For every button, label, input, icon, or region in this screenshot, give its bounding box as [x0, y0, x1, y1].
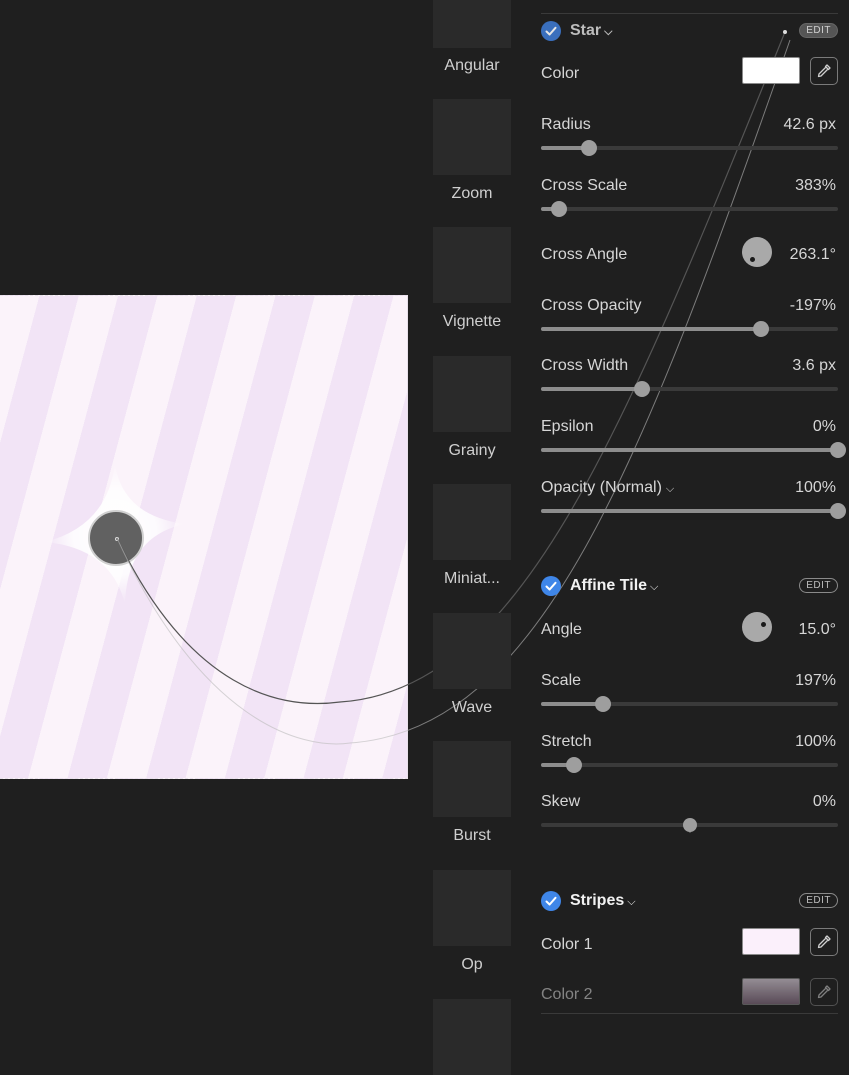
cross-angle-dial[interactable] [742, 237, 772, 267]
preset-wave[interactable]: Wave [433, 613, 511, 716]
opacity-slider[interactable] [541, 503, 846, 519]
angle-value: 15.0° [798, 621, 836, 638]
opacity-blend-menu[interactable]: Opacity (Normal) ⌵ [541, 479, 674, 497]
preset-label: Grainy [448, 442, 496, 459]
section-title-menu[interactable]: Star ⌵ [570, 22, 612, 40]
stretch-label: Stretch [541, 733, 592, 750]
stripes-edit-button[interactable]: EDIT [799, 893, 838, 908]
preset-op[interactable]: Op [433, 870, 511, 973]
preset-angular[interactable]: Angular [433, 0, 511, 74]
preset-label: Wave [451, 699, 493, 716]
color1-label: Color 1 [541, 936, 593, 953]
section-title: Affine Tile [570, 577, 648, 594]
preset-vignette[interactable]: Vignette [433, 227, 511, 330]
preset-label: Miniat... [443, 570, 500, 587]
radius-value: 42.6 px [783, 116, 836, 133]
radius-label: Radius [541, 116, 591, 133]
checkmark-icon [545, 581, 557, 591]
cross-opacity-label: Cross Opacity [541, 297, 642, 314]
slider-knob[interactable] [550, 201, 567, 217]
preset-miniature[interactable]: Miniat... [433, 484, 511, 587]
slider-knob[interactable] [595, 696, 612, 712]
divider [541, 1013, 838, 1014]
epsilon-label: Epsilon [541, 418, 594, 435]
section-affine-tile-header: Affine Tile ⌵ EDIT [541, 575, 838, 599]
chevron-down-icon: ⌵ [650, 581, 659, 593]
opacity-value: 100% [795, 479, 836, 496]
canvas-preview[interactable] [0, 295, 408, 779]
slider-knob[interactable] [565, 757, 582, 773]
preset-label: Vignette [442, 313, 502, 330]
star-center-handle[interactable] [88, 510, 144, 566]
eyedropper-button[interactable] [810, 978, 838, 1006]
slider-knob[interactable] [682, 818, 697, 833]
preset-label: Angular [444, 57, 500, 74]
scale-value: 197% [795, 672, 836, 689]
angle-label: Angle [541, 621, 582, 638]
chevron-down-icon: ⌵ [665, 483, 675, 495]
cross-width-value: 3.6 px [792, 357, 836, 374]
eyedropper-icon [817, 64, 831, 78]
angle-dial[interactable] [742, 612, 772, 642]
cross-opacity-slider[interactable] [541, 321, 838, 337]
cross-angle-value: 263.1° [789, 246, 836, 263]
preset-burst[interactable]: Burst [433, 741, 511, 844]
skew-label: Skew [541, 793, 581, 810]
slider-knob[interactable] [830, 503, 846, 519]
eyedropper-icon [817, 935, 831, 949]
chevron-down-icon: ⌵ [604, 26, 613, 38]
section-star-header: Star ⌵ EDIT [541, 20, 838, 44]
section-title-menu[interactable]: Affine Tile ⌵ [570, 577, 658, 595]
preset-zoom[interactable]: Zoom [433, 99, 511, 202]
chevron-down-icon: ⌵ [627, 896, 636, 908]
checkmark-icon [545, 896, 557, 906]
slider-knob[interactable] [580, 140, 597, 156]
eyedropper-button[interactable] [810, 928, 838, 956]
preset-next[interactable] [433, 999, 511, 1075]
stretch-value: 100% [795, 733, 836, 750]
preset-grainy[interactable]: Grainy [433, 356, 511, 459]
preset-label: Op [461, 956, 483, 973]
slider-knob[interactable] [752, 321, 769, 337]
affine-tile-enabled-checkbox[interactable] [541, 576, 561, 596]
skew-slider[interactable] [541, 818, 838, 833]
cross-width-label: Cross Width [541, 357, 629, 374]
section-title: Stripes [570, 892, 625, 909]
skew-value: 0% [812, 793, 836, 810]
radius-slider[interactable] [541, 140, 838, 156]
star-edit-button[interactable]: EDIT [799, 23, 838, 38]
opacity-label: Opacity (Normal) [541, 479, 662, 496]
star-color-swatch[interactable] [742, 57, 800, 84]
epsilon-slider[interactable] [541, 442, 846, 458]
checkmark-icon [545, 26, 557, 36]
cross-opacity-value: -197% [789, 297, 836, 314]
cross-width-slider[interactable] [541, 381, 838, 397]
slider-knob[interactable] [830, 442, 846, 458]
color2-swatch[interactable] [742, 978, 800, 1005]
eyedropper-icon [817, 985, 831, 999]
stripes-enabled-checkbox[interactable] [541, 891, 561, 911]
section-stripes-header: Stripes ⌵ EDIT [541, 890, 838, 914]
color-label: Color [541, 65, 580, 82]
cross-angle-label: Cross Angle [541, 246, 628, 263]
section-title: Star [570, 22, 602, 39]
star-enabled-checkbox[interactable] [541, 21, 561, 41]
affine-tile-edit-button[interactable]: EDIT [799, 578, 838, 593]
scale-slider[interactable] [541, 696, 838, 712]
slider-knob[interactable] [633, 381, 650, 397]
epsilon-value: 0% [812, 418, 836, 435]
preset-label: Zoom [451, 185, 493, 202]
cross-scale-slider[interactable] [541, 201, 838, 217]
color2-label: Color 2 [541, 986, 593, 1003]
cross-scale-label: Cross Scale [541, 177, 628, 194]
divider [541, 13, 838, 14]
preset-label: Burst [453, 827, 491, 844]
stretch-slider[interactable] [541, 757, 838, 773]
color1-swatch[interactable] [742, 928, 800, 955]
cross-scale-value: 383% [795, 177, 836, 194]
section-title-menu[interactable]: Stripes ⌵ [570, 892, 636, 910]
eyedropper-button[interactable] [810, 57, 838, 85]
scale-label: Scale [541, 672, 582, 689]
